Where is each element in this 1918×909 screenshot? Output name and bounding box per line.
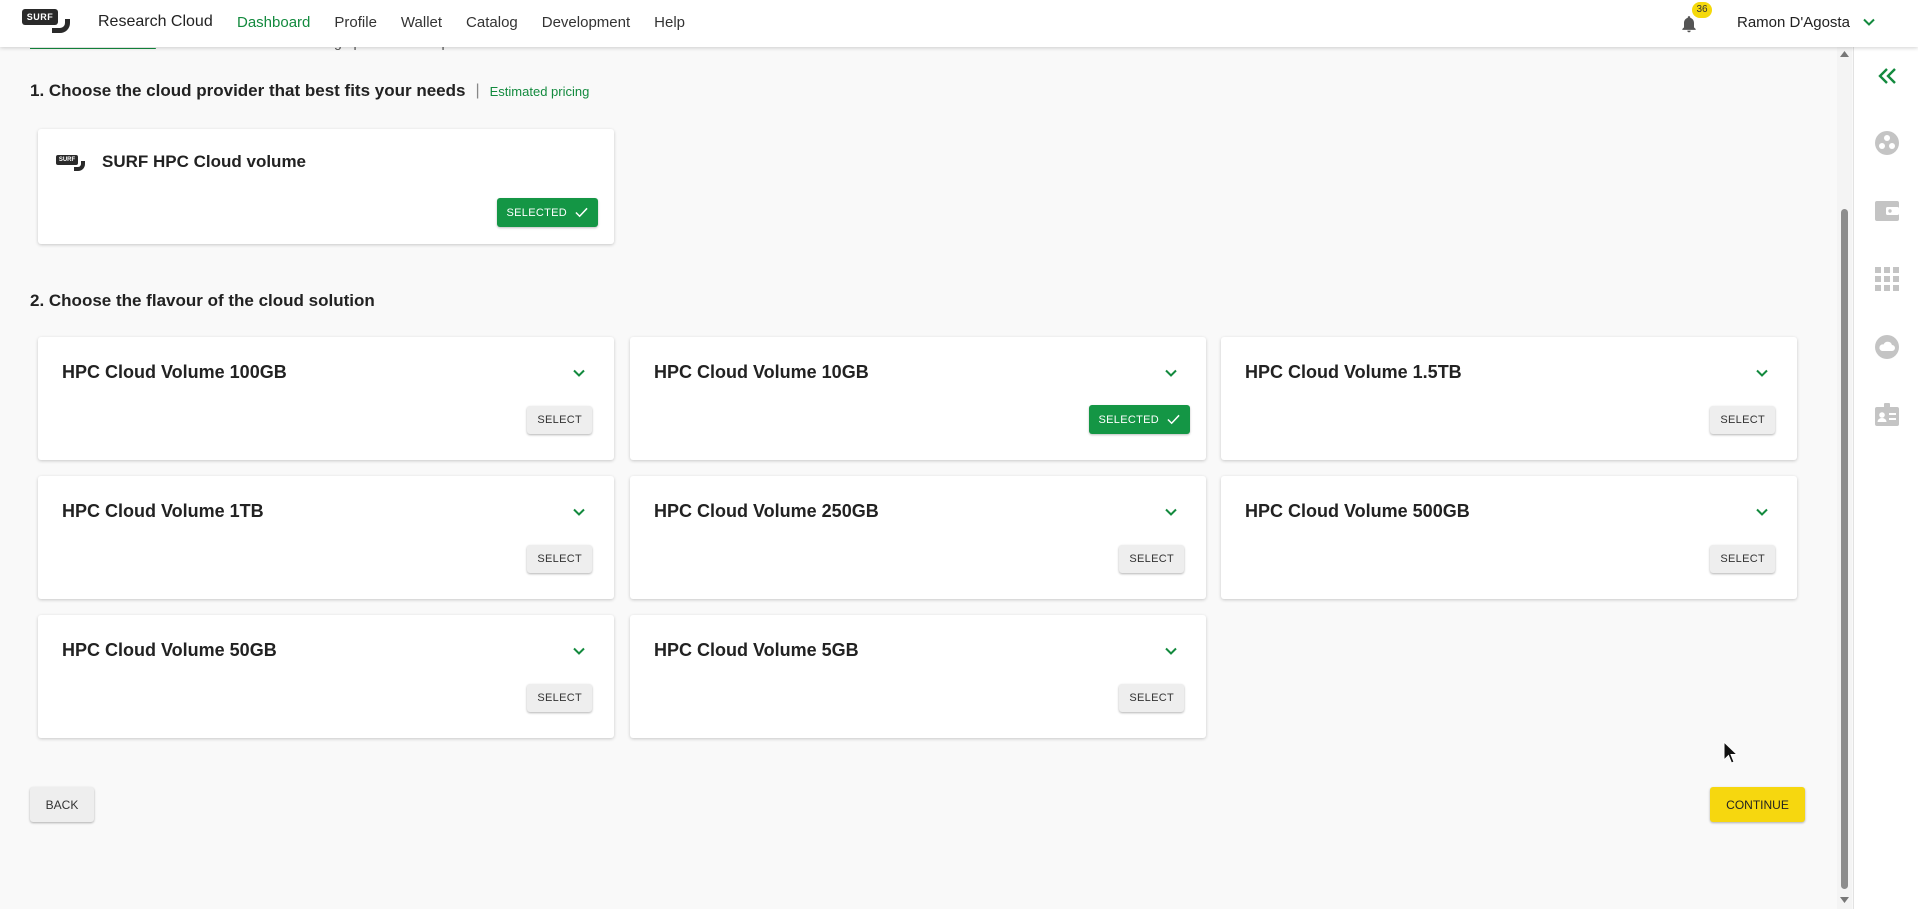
- profile-card-icon[interactable]: [1874, 402, 1900, 428]
- expand-chevron-icon[interactable]: [1755, 368, 1769, 378]
- step1-heading: 1. Choose the cloud provider that best f…: [30, 81, 589, 101]
- right-sidebar: [1853, 47, 1918, 909]
- select-button[interactable]: SELECT: [527, 545, 592, 573]
- surf-logo[interactable]: SURF: [22, 9, 72, 37]
- scroll-down-arrow-icon[interactable]: [1840, 897, 1849, 903]
- select-button[interactable]: SELECT: [1119, 684, 1184, 712]
- flavour-name: HPC Cloud Volume 250GB: [654, 501, 879, 521]
- expand-chevron-icon[interactable]: [1164, 368, 1178, 378]
- nav-dashboard[interactable]: Dashboard: [237, 14, 310, 31]
- selected-button[interactable]: SELECTED: [1088, 405, 1190, 434]
- select-button[interactable]: SELECT: [1119, 545, 1184, 573]
- select-button[interactable]: SELECT: [1710, 406, 1775, 434]
- expand-chevron-icon[interactable]: [1755, 507, 1769, 517]
- notification-count-badge: 36: [1692, 2, 1712, 18]
- user-name[interactable]: Ramon D'Agosta: [1737, 14, 1850, 31]
- flavour-name: HPC Cloud Volume 5GB: [654, 640, 859, 660]
- flavour-card-100gb[interactable]: HPC Cloud Volume 100GB SELECT: [38, 337, 614, 460]
- provider-card-surf-hpc[interactable]: SURF SURF HPC Cloud volume SELECTED: [38, 129, 614, 244]
- surf-provider-logo: SURF: [56, 155, 86, 173]
- catalog-grid-icon[interactable]: [1874, 266, 1900, 292]
- flavour-card-10gb[interactable]: HPC Cloud Volume 10GB SELECTED: [630, 337, 1206, 460]
- flavour-name: HPC Cloud Volume 1.5TB: [1245, 362, 1462, 382]
- continue-button[interactable]: CONTINUE: [1710, 787, 1805, 822]
- nav-wallet[interactable]: Wallet: [401, 14, 442, 31]
- flavour-name: HPC Cloud Volume 500GB: [1245, 501, 1470, 521]
- expand-chevron-icon[interactable]: [572, 368, 586, 378]
- chevron-down-icon[interactable]: [1862, 15, 1876, 29]
- provider-name: SURF HPC Cloud volume: [102, 152, 307, 171]
- main-nav: Dashboard Profile Wallet Catalog Develop…: [237, 14, 709, 31]
- nav-catalog[interactable]: Catalog: [466, 14, 518, 31]
- app-title[interactable]: Research Cloud: [98, 13, 213, 31]
- scroll-up-arrow-icon[interactable]: [1840, 51, 1849, 57]
- select-button[interactable]: SELECT: [527, 684, 592, 712]
- provider-selected-button[interactable]: SELECTED: [496, 198, 598, 227]
- expand-chevron-icon[interactable]: [1164, 507, 1178, 517]
- flavour-name: HPC Cloud Volume 10GB: [654, 362, 869, 382]
- select-button[interactable]: SELECT: [1710, 545, 1775, 573]
- step2-title: 2. Choose the flavour of the cloud solut…: [30, 291, 375, 310]
- cloud-icon[interactable]: [1874, 334, 1900, 360]
- page-scrollbar[interactable]: [1837, 47, 1852, 909]
- expand-chevron-icon[interactable]: [572, 507, 586, 517]
- flavour-card-1tb[interactable]: HPC Cloud Volume 1TB SELECT: [38, 476, 614, 599]
- wallet-icon[interactable]: [1874, 198, 1900, 224]
- flavour-name: HPC Cloud Volume 50GB: [62, 640, 277, 660]
- select-button[interactable]: SELECT: [527, 406, 592, 434]
- collaboration-icon[interactable]: [1874, 130, 1900, 156]
- mouse-cursor-icon: [1723, 741, 1739, 764]
- flavour-name: HPC Cloud Volume 1TB: [62, 501, 264, 521]
- double-chevron-left-icon[interactable]: [1874, 63, 1900, 89]
- nav-help[interactable]: Help: [654, 14, 685, 31]
- surf-logo-tail: [52, 19, 70, 33]
- step1-title: 1. Choose the cloud provider that best f…: [30, 81, 466, 100]
- check-icon: [575, 207, 588, 218]
- selected-label: SELECTED: [1098, 413, 1159, 426]
- nav-development[interactable]: Development: [542, 14, 630, 31]
- flavour-card-5gb[interactable]: HPC Cloud Volume 5GB SELECT: [630, 615, 1206, 738]
- expand-chevron-icon[interactable]: [572, 646, 586, 656]
- flavour-card-500gb[interactable]: HPC Cloud Volume 500GB SELECT: [1221, 476, 1797, 599]
- provider-selected-label: SELECTED: [506, 206, 567, 219]
- flavour-card-1-5tb[interactable]: HPC Cloud Volume 1.5TB SELECT: [1221, 337, 1797, 460]
- check-icon: [1167, 414, 1180, 425]
- scrollbar-thumb[interactable]: [1841, 209, 1848, 889]
- expand-chevron-icon[interactable]: [1164, 646, 1178, 656]
- nav-profile[interactable]: Profile: [334, 14, 377, 31]
- back-button[interactable]: BACK: [30, 787, 94, 822]
- flavour-name: HPC Cloud Volume 100GB: [62, 362, 287, 382]
- flavour-card-50gb[interactable]: HPC Cloud Volume 50GB SELECT: [38, 615, 614, 738]
- estimated-pricing-link[interactable]: Estimated pricing: [490, 84, 590, 99]
- flavour-card-250gb[interactable]: HPC Cloud Volume 250GB SELECT: [630, 476, 1206, 599]
- step1-separator: |: [475, 82, 480, 99]
- provider-logo-tail: [74, 161, 85, 171]
- top-navigation-bar: SURF Research Cloud Dashboard Profile Wa…: [0, 0, 1918, 47]
